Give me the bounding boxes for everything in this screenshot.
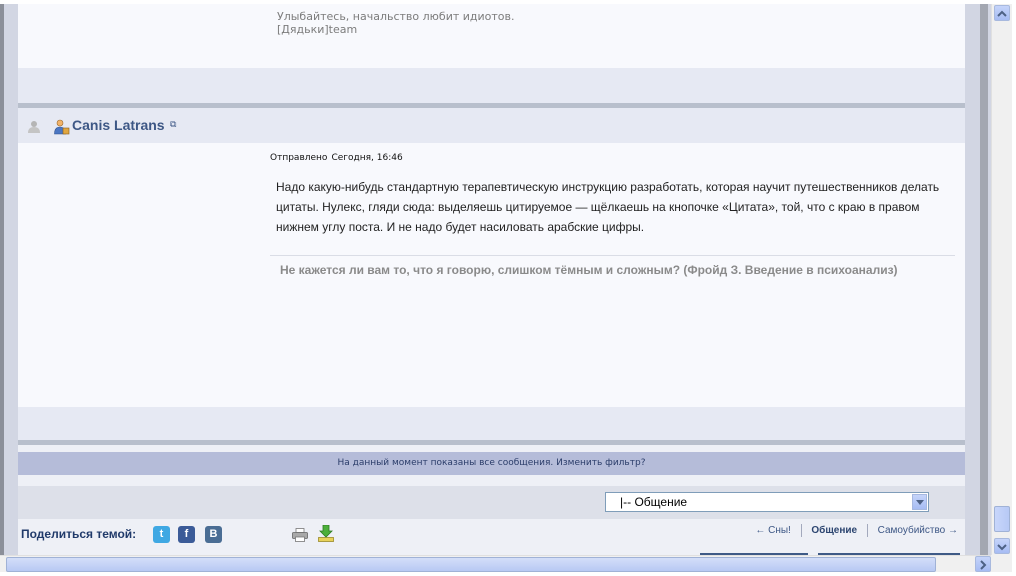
- post-date: Отправлено Сегодня, 16:46: [270, 153, 403, 163]
- chevron-down-icon: [997, 544, 1007, 551]
- print-icon[interactable]: [292, 528, 308, 542]
- user-profile-icon[interactable]: [54, 119, 70, 135]
- post-paragraph: Надо какую-нибудь стандартную терапевтич…: [276, 180, 940, 234]
- right-border: [980, 4, 988, 555]
- filter-notice-bar: На данный момент показаны все сообщения.…: [18, 452, 965, 475]
- scroll-right-button[interactable]: [975, 556, 991, 572]
- download-icon[interactable]: [318, 525, 334, 542]
- twitter-icon[interactable]: t: [153, 526, 170, 543]
- external-link-icon[interactable]: ⧉: [170, 120, 176, 130]
- current-forum-link[interactable]: Общение: [811, 525, 857, 536]
- nav-divider: [866, 524, 868, 537]
- topic-content: Улыбайтесь, начальство любит идиотов. [Д…: [18, 4, 965, 555]
- nav-divider: [800, 524, 802, 537]
- previous-topic-link[interactable]: ← Сны!: [755, 525, 791, 536]
- post-content: Надо какую-нибудь стандартную терапевтич…: [276, 177, 962, 237]
- browser-viewport: Улыбайтесь, начальство любит идиотов. [Д…: [0, 0, 991, 555]
- previous-post-body: Улыбайтесь, начальство любит идиотов. [Д…: [18, 4, 965, 68]
- post-signature: Не кажется ли вам то, что я говорю, слиш…: [280, 263, 898, 277]
- horizontal-scroll-thumb[interactable]: [6, 557, 936, 572]
- post-author-link[interactable]: Canis Latrans: [72, 117, 165, 133]
- forum-jump-row: |-- Общение: [18, 486, 965, 519]
- posted-label: Отправлено: [270, 153, 328, 163]
- post-separator: [18, 440, 965, 445]
- signature-divider: [270, 255, 955, 256]
- share-label: Поделиться темой:: [21, 527, 137, 541]
- signature-line: Улыбайтесь, начальство любит идиотов.: [277, 10, 515, 23]
- scroll-down-button[interactable]: [994, 538, 1010, 554]
- left-border: [0, 4, 4, 555]
- signature-line: [Дядьки]team: [277, 23, 358, 36]
- facebook-icon[interactable]: f: [178, 526, 195, 543]
- scroll-up-button[interactable]: [994, 5, 1010, 21]
- previous-post-footer: [18, 68, 965, 103]
- vertical-scrollbar[interactable]: [991, 4, 1013, 555]
- window-frame: [0, 572, 1016, 576]
- vertical-scroll-thumb[interactable]: [994, 506, 1010, 532]
- window-frame: [1012, 0, 1016, 576]
- filter-notice-link[interactable]: На данный момент показаны все сообщения.…: [338, 458, 646, 468]
- horizontal-scrollbar[interactable]: [0, 555, 1012, 573]
- post-author-bar: Canis Latrans ⧉: [18, 108, 965, 143]
- previous-post-signature: Улыбайтесь, начальство любит идиотов. [Д…: [277, 10, 515, 36]
- forum-jump-selected: |-- Общение: [620, 495, 688, 509]
- chevron-down-icon[interactable]: [912, 494, 927, 510]
- chevron-up-icon: [997, 10, 1007, 17]
- chevron-right-icon: [980, 560, 987, 570]
- post-body: Отправлено Сегодня, 16:46 Надо какую-нибу…: [18, 143, 965, 407]
- topic-navigation: ← Сны! Общение Самоубийство →: [755, 524, 958, 537]
- vkontakte-icon[interactable]: B: [205, 526, 222, 543]
- scrollbar-corner: [991, 555, 1012, 572]
- offline-status-icon: [28, 121, 40, 133]
- forum-jump-select[interactable]: |-- Общение: [605, 492, 929, 512]
- next-topic-link[interactable]: Самоубийство →: [878, 525, 958, 536]
- post-footer: [18, 407, 965, 440]
- posted-time: Сегодня, 16:46: [331, 153, 403, 163]
